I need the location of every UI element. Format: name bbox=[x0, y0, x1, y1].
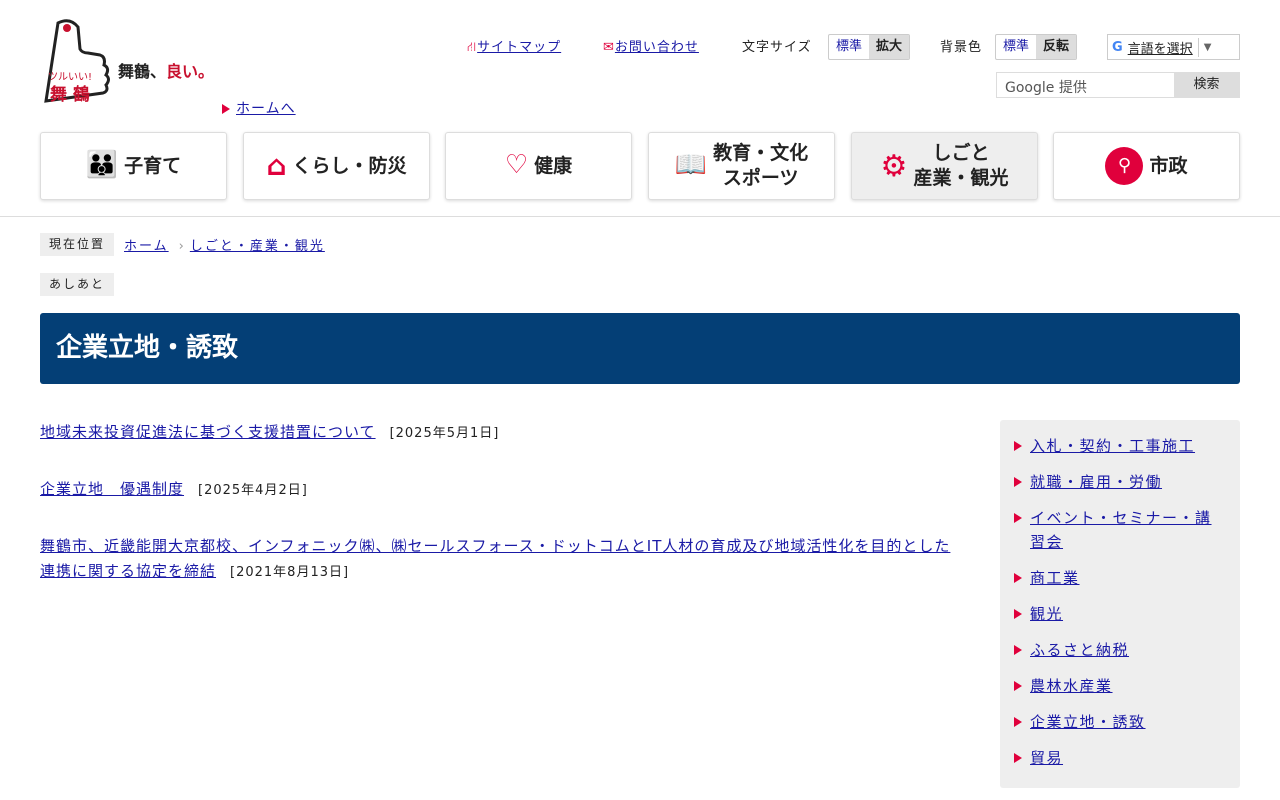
breadcrumb: ホーム › しごと・産業・観光 bbox=[124, 235, 325, 254]
nav-kyoiku[interactable]: 📖 教育・文化 スポーツ bbox=[648, 132, 835, 200]
list-item: 地域未来投資促進法に基づく支援措置について [2025年5月1日] bbox=[40, 420, 960, 446]
sidebar-link[interactable]: イベント・セミナー・講習会 bbox=[1030, 506, 1226, 554]
nav-label: 健康 bbox=[534, 154, 573, 177]
divider bbox=[0, 216, 1280, 217]
google-icon: G bbox=[1112, 39, 1123, 55]
search-form: Google 提供 検索 bbox=[996, 72, 1240, 98]
article-link[interactable]: 企業立地 優遇制度 bbox=[40, 480, 184, 498]
list-item: 舞鶴市、近畿能開大京都校、インフォニック㈱、㈱セールスフォース・ドットコムとIT… bbox=[40, 534, 960, 585]
triangle-icon bbox=[1014, 645, 1022, 655]
triangle-icon bbox=[1014, 753, 1022, 763]
nav-kosodate[interactable]: 👪 子育て bbox=[40, 132, 227, 200]
article-link[interactable]: 地域未来投資促進法に基づく支援措置について bbox=[40, 423, 376, 441]
page-title: 企業立地・誘致 bbox=[40, 313, 1240, 384]
font-size-toggle: 標準 拡大 bbox=[828, 34, 911, 60]
sidebar-link[interactable]: 農林水産業 bbox=[1030, 674, 1113, 698]
house-icon: ⌂ bbox=[266, 148, 287, 182]
mail-icon: ✉ bbox=[603, 40, 615, 55]
sidebar-link[interactable]: ふるさと納税 bbox=[1030, 638, 1129, 662]
gear-icon: ⚙ bbox=[880, 148, 908, 184]
list-item: 企業立地 優遇制度 [2025年4月2日] bbox=[40, 477, 960, 503]
chevron-right-icon: › bbox=[178, 239, 186, 254]
bg-color-toggle: 標準 反転 bbox=[995, 34, 1078, 60]
bg-invert-button[interactable]: 反転 bbox=[1036, 35, 1077, 59]
article-date: [2021年8月13日] bbox=[230, 565, 350, 580]
triangle-icon bbox=[1014, 717, 1022, 727]
sitemap-text[interactable]: サイトマップ bbox=[477, 40, 561, 55]
contact-link[interactable]: ✉お問い合わせ bbox=[603, 36, 699, 55]
city-emblem-icon: ⚲ bbox=[1105, 147, 1144, 185]
sitemap-link[interactable]: ⛙サイトマップ bbox=[467, 36, 561, 57]
sidebar-item[interactable]: 企業立地・誘致 bbox=[1014, 710, 1226, 734]
triangle-icon bbox=[1014, 573, 1022, 583]
svg-text:ツルいい!: ツルいい! bbox=[48, 72, 92, 83]
language-select[interactable]: G 言語を選択 ▼ bbox=[1107, 34, 1240, 60]
home-link[interactable]: ホームへ bbox=[222, 98, 296, 118]
sidebar-link[interactable]: 就職・雇用・労働 bbox=[1030, 470, 1162, 494]
font-size-label: 文字サイズ bbox=[742, 40, 812, 55]
nav-label: くらし・防災 bbox=[292, 154, 407, 177]
family-icon: 👪 bbox=[85, 150, 119, 181]
home-link-text[interactable]: ホームへ bbox=[236, 101, 296, 117]
nav-label: 市政 bbox=[1149, 154, 1188, 177]
triangle-icon bbox=[1014, 609, 1022, 619]
heart-hand-icon: ♡ bbox=[504, 150, 529, 181]
search-button[interactable]: 検索 bbox=[1174, 73, 1239, 97]
sidebar-item[interactable]: 農林水産業 bbox=[1014, 674, 1226, 698]
nav-label: 子育て bbox=[124, 154, 182, 177]
breadcrumb-label: 現在位置 bbox=[40, 233, 115, 256]
language-select-label: 言語を選択 bbox=[1128, 37, 1199, 57]
font-standard-button[interactable]: 標準 bbox=[829, 35, 869, 59]
font-large-button[interactable]: 拡大 bbox=[869, 35, 910, 59]
article-link[interactable]: 舞鶴市、近畿能開大京都校、インフォニック㈱、㈱セールスフォース・ドットコムとIT… bbox=[40, 537, 950, 580]
sidebar-link[interactable]: 商工業 bbox=[1030, 566, 1080, 590]
nav-shigoto[interactable]: ⚙ しごと 産業・観光 bbox=[851, 132, 1038, 200]
sidebar-item[interactable]: 就職・雇用・労働 bbox=[1014, 470, 1226, 494]
sidebar-item[interactable]: イベント・セミナー・講習会 bbox=[1014, 506, 1226, 554]
nav-kenko[interactable]: ♡ 健康 bbox=[445, 132, 632, 200]
nav-shisei[interactable]: ⚲ 市政 bbox=[1053, 132, 1240, 200]
sidebar-link[interactable]: 観光 bbox=[1030, 602, 1063, 626]
article-date: [2025年4月2日] bbox=[198, 483, 308, 498]
sidebar-item[interactable]: 商工業 bbox=[1014, 566, 1226, 590]
sidebar-menu: 入札・契約・工事施工 就職・雇用・労働 イベント・セミナー・講習会 商工業 観光… bbox=[1000, 420, 1240, 788]
sidebar-link[interactable]: 貿易 bbox=[1030, 746, 1063, 770]
nav-label: しごと 産業・観光 bbox=[913, 142, 1009, 189]
triangle-icon bbox=[1014, 441, 1022, 451]
sidebar-item[interactable]: ふるさと納税 bbox=[1014, 638, 1226, 662]
dropdown-arrow-icon: ▼ bbox=[1203, 41, 1212, 53]
logo-mascot-icon: ツルいい! 舞 鶴 bbox=[44, 19, 110, 105]
article-date: [2025年5月1日] bbox=[389, 426, 500, 441]
breadcrumb-shigoto[interactable]: しごと・産業・観光 bbox=[190, 239, 325, 254]
sidebar-item[interactable]: 貿易 bbox=[1014, 746, 1226, 770]
book-icon: 📖 bbox=[674, 150, 708, 181]
triangle-icon bbox=[1014, 513, 1022, 523]
contact-text[interactable]: お問い合わせ bbox=[615, 40, 699, 55]
svg-text:舞 鶴: 舞 鶴 bbox=[50, 84, 90, 105]
ashiato-label: あしあと bbox=[40, 273, 115, 296]
sidebar-item[interactable]: 入札・契約・工事施工 bbox=[1014, 434, 1226, 458]
triangle-icon bbox=[222, 104, 230, 114]
breadcrumb-home[interactable]: ホーム bbox=[124, 239, 169, 254]
article-list: 地域未来投資促進法に基づく支援措置について [2025年5月1日] 企業立地 優遇… bbox=[40, 420, 960, 616]
bg-color-label: 背景色 bbox=[940, 40, 983, 55]
bg-standard-button[interactable]: 標準 bbox=[996, 35, 1036, 59]
sidebar-link[interactable]: 企業立地・誘致 bbox=[1030, 710, 1146, 734]
search-input[interactable]: Google 提供 bbox=[997, 73, 1174, 97]
tagline: 舞鶴、良い。 bbox=[118, 62, 215, 81]
sitemap-icon: ⛙ bbox=[467, 40, 478, 55]
nav-kurashi[interactable]: ⌂ くらし・防災 bbox=[243, 132, 430, 200]
triangle-icon bbox=[1014, 681, 1022, 691]
sidebar-link[interactable]: 入札・契約・工事施工 bbox=[1030, 434, 1195, 458]
nav-label: 教育・文化 スポーツ bbox=[713, 142, 809, 189]
triangle-icon bbox=[1014, 477, 1022, 487]
sidebar-item[interactable]: 観光 bbox=[1014, 602, 1226, 626]
